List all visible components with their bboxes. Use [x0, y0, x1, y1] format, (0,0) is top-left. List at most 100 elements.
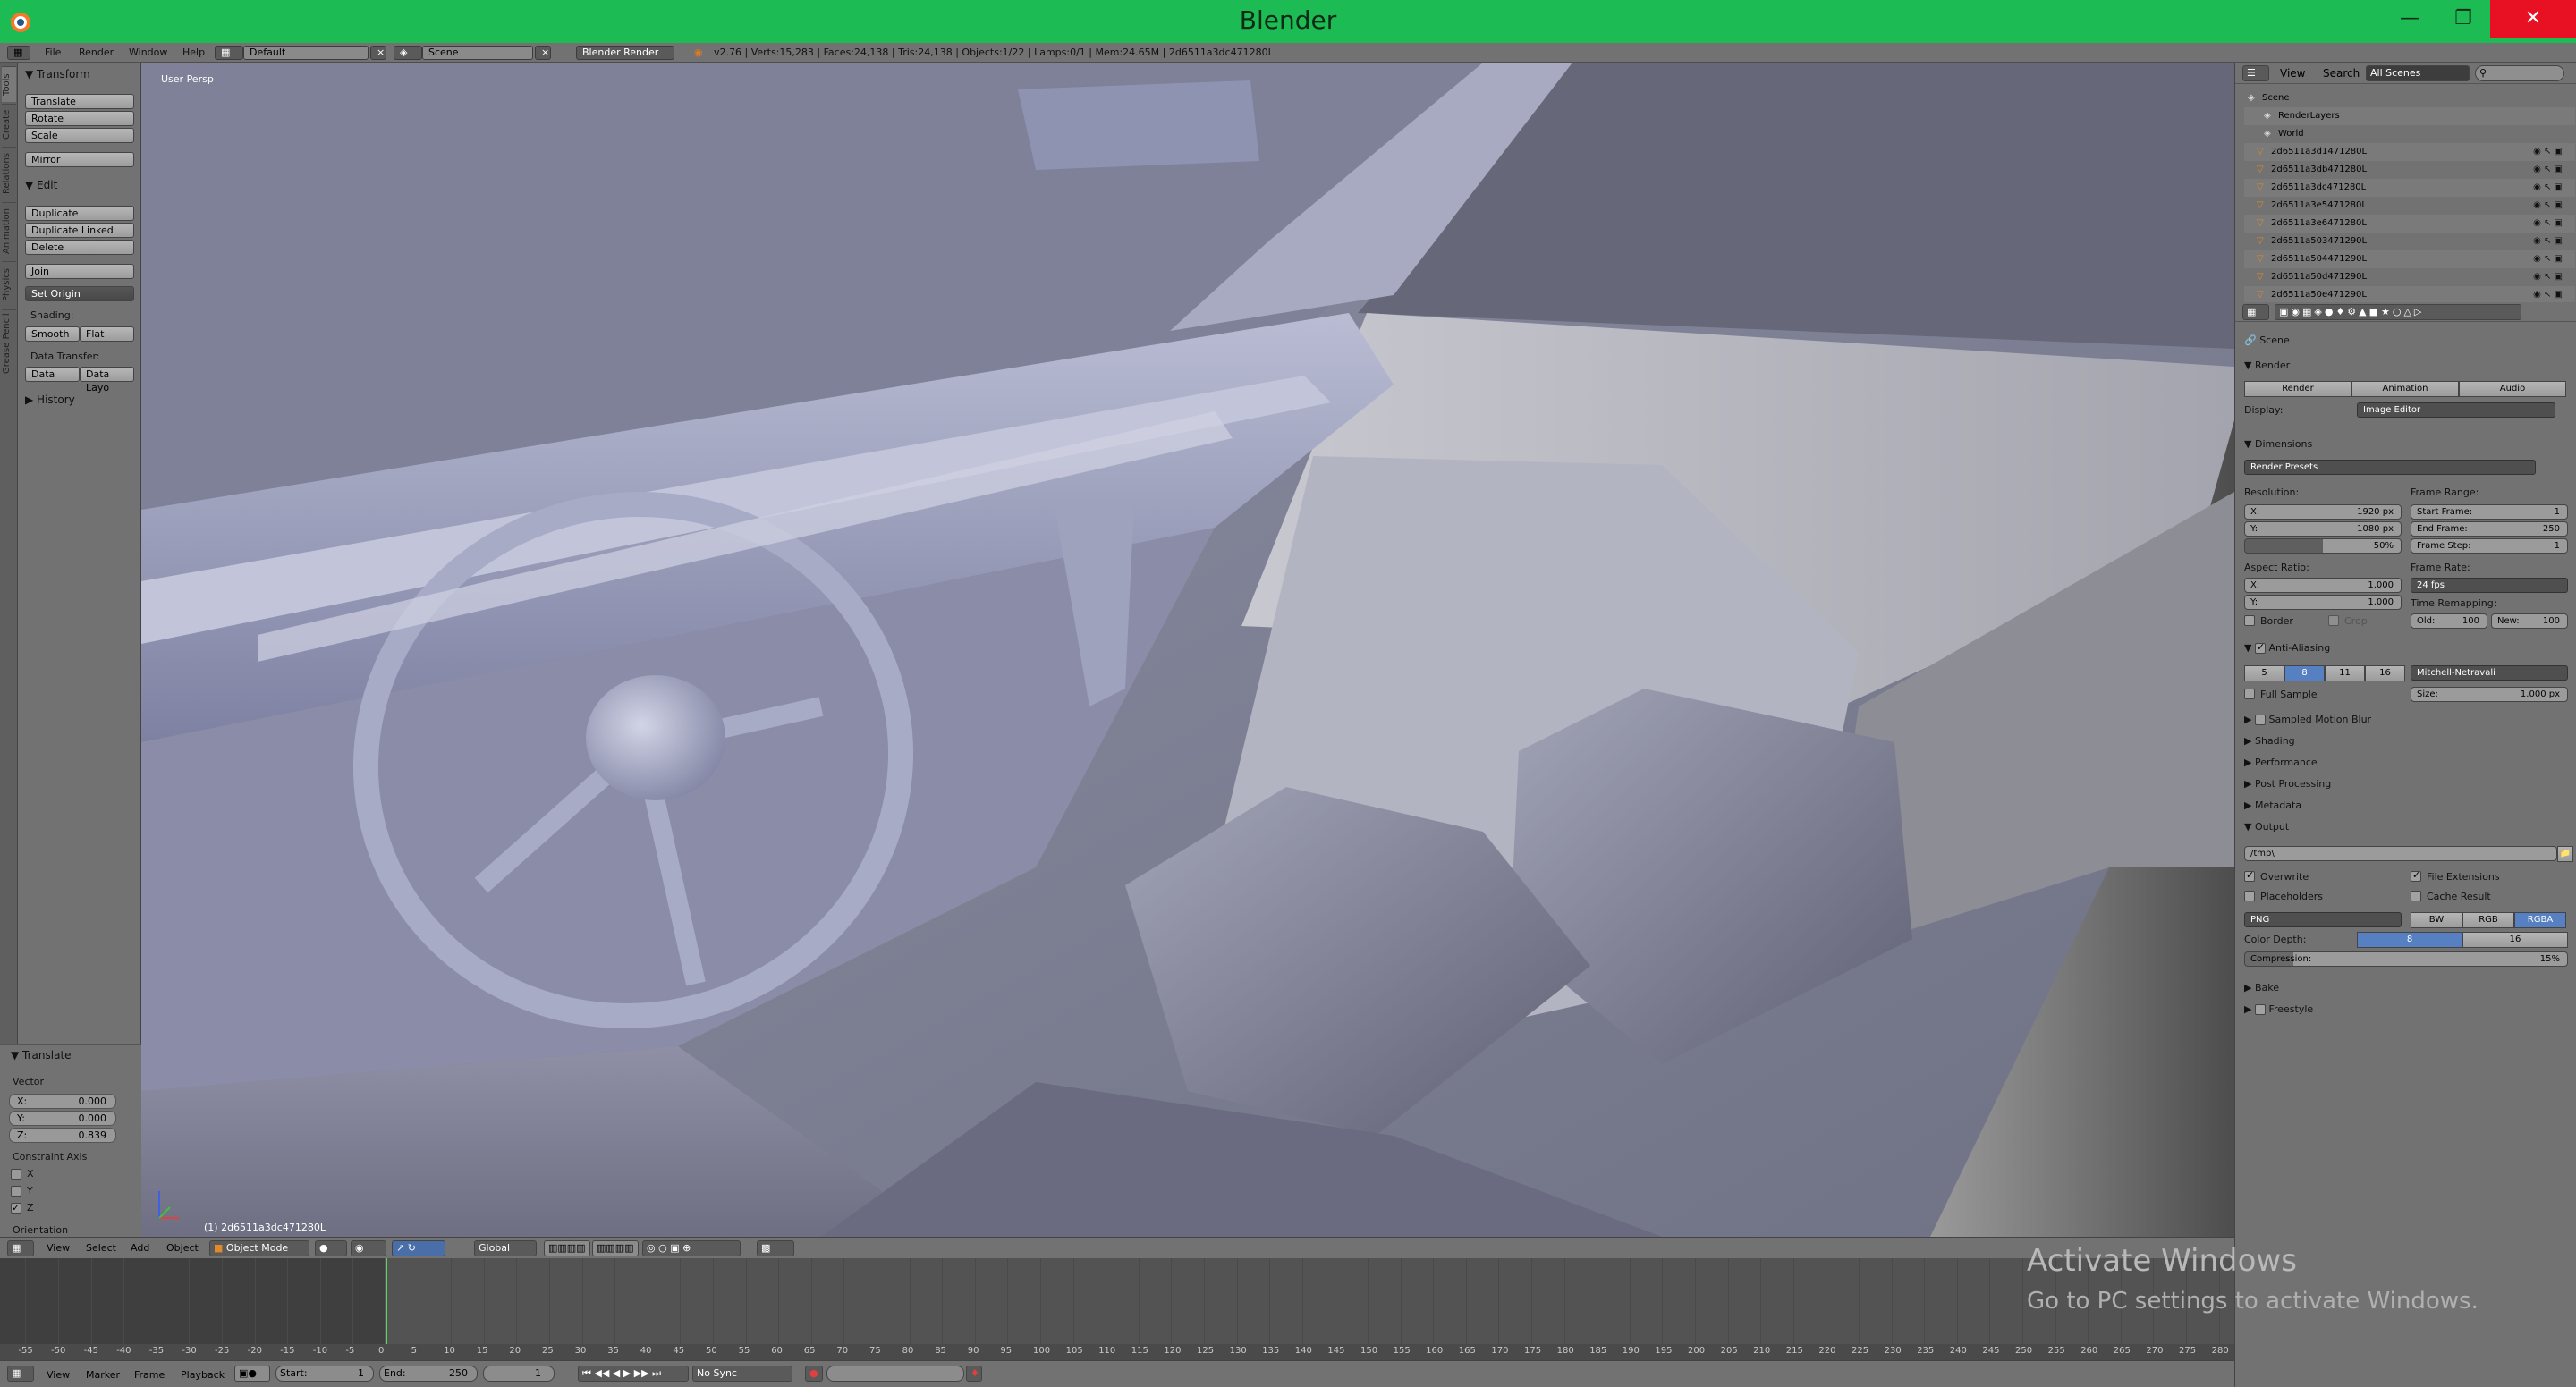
aa-samples-16[interactable]: 16 [2365, 665, 2405, 681]
outliner-row[interactable]: ▽ 2d6511a3db471280L ◉ ↖ ▣ [2244, 161, 2575, 179]
shading-panel-header[interactable]: ▶ Shading [2244, 735, 2295, 747]
translate-button[interactable]: Translate [25, 94, 134, 109]
constraint-x-checkbox[interactable] [11, 1169, 21, 1180]
freestyle-checkbox[interactable] [2254, 1004, 2266, 1015]
scale-button[interactable]: Scale [25, 128, 134, 143]
scene-close-icon[interactable]: × [535, 46, 551, 60]
properties-editor-type-icon[interactable]: ▦ [2242, 304, 2269, 320]
transform-orientation-dropdown[interactable]: Global [474, 1240, 537, 1256]
display-dropdown[interactable]: Image Editor [2357, 402, 2555, 418]
tab-physics[interactable]: Physics [2, 261, 16, 308]
visibility-icons[interactable]: ◉ ↖ ▣ [2533, 197, 2563, 215]
timeline-frame-menu[interactable]: Frame [134, 1369, 165, 1381]
post-processing-panel-header[interactable]: ▶ Post Processing [2244, 778, 2331, 790]
render-presets-dropdown[interactable]: Render Presets [2244, 460, 2536, 475]
aa-samples-5[interactable]: 5 [2244, 665, 2284, 681]
color-rgba-button[interactable]: RGBA [2514, 912, 2566, 928]
visibility-icons[interactable]: ◉ ↖ ▣ [2533, 233, 2563, 250]
render-still-button[interactable]: Render [2244, 381, 2351, 397]
start-frame-prop-field[interactable]: Start Frame: 1 [2411, 504, 2568, 520]
tab-tools[interactable]: Tools [2, 66, 16, 102]
layout-icon[interactable]: ▦ [215, 46, 243, 60]
vector-y-field[interactable]: Y: 0.000 [9, 1111, 116, 1126]
visibility-icons[interactable]: ◉ ↖ ▣ [2533, 179, 2563, 197]
view3d-editor-type-icon[interactable]: ▦ [7, 1240, 34, 1256]
filter-size-field[interactable]: Size: 1.000 px [2411, 687, 2568, 702]
color-depth-8-button[interactable]: 8 [2357, 932, 2462, 948]
outliner-editor-type-icon[interactable]: ☰ [2242, 65, 2269, 81]
motion-blur-checkbox[interactable] [2254, 715, 2266, 725]
history-panel-header[interactable]: ▶ History [25, 393, 75, 406]
smooth-button[interactable]: Smooth [25, 326, 80, 342]
outliner-row[interactable]: ▽ 2d6511a3e5471280L ◉ ↖ ▣ [2244, 197, 2575, 215]
aa-samples-8[interactable]: 8 [2284, 665, 2325, 681]
frame-step-field[interactable]: Frame Step: 1 [2411, 538, 2568, 554]
transform-panel-header[interactable]: ▼ Transform [25, 68, 90, 80]
timeline-editor-type-icon[interactable]: ▦ [7, 1366, 34, 1382]
editor-type-icon[interactable]: ▦ [7, 46, 30, 60]
sync-mode-dropdown[interactable]: No Sync [692, 1366, 792, 1382]
menu-help[interactable]: Help [182, 46, 205, 60]
aspect-y-field[interactable]: Y: 1.000 [2244, 595, 2402, 610]
manipulator-icon[interactable]: ↗ ↻ [392, 1240, 445, 1256]
freestyle-panel-header[interactable]: ▶ Freestyle [2244, 1003, 2313, 1015]
anti-aliasing-checkbox[interactable] [2254, 641, 2266, 654]
visibility-icons[interactable]: ◉ ↖ ▣ [2533, 268, 2563, 286]
aa-filter-dropdown[interactable]: Mitchell-Netravali [2411, 665, 2568, 681]
set-origin-dropdown[interactable]: Set Origin [25, 286, 134, 301]
outliner-row[interactable]: ▽ 2d6511a3e6471280L ◉ ↖ ▣ [2244, 215, 2575, 233]
preview-range-toggle-icon[interactable]: ▣● [234, 1366, 270, 1382]
time-new-field[interactable]: New: 100 [2491, 613, 2568, 629]
current-frame-field[interactable]: 1 [483, 1366, 555, 1382]
layers-grid-1[interactable]: ▥▥▥▥ [544, 1240, 590, 1256]
constraint-y-checkbox[interactable] [11, 1186, 21, 1197]
3d-viewport[interactable]: User Persp (1) 2d6511a3dc471280L [141, 63, 2234, 1237]
minimize-icon[interactable]: — [2383, 0, 2436, 38]
visibility-icons[interactable]: ◉ ↖ ▣ [2533, 215, 2563, 233]
outliner-row[interactable]: ▽ 2d6511a50d471290L ◉ ↖ ▣ [2244, 268, 2575, 286]
file-extensions-checkbox[interactable] [2411, 869, 2421, 882]
layout-close-icon[interactable]: × [370, 46, 386, 60]
aa-samples-11[interactable]: 11 [2325, 665, 2365, 681]
duplicate-button[interactable]: Duplicate [25, 206, 134, 221]
scene-icon[interactable]: ◈ [394, 46, 422, 60]
outliner-row[interactable]: ◈ RenderLayers [2244, 107, 2575, 125]
render-engine-dropdown[interactable]: Blender Render [576, 46, 674, 60]
timeline-playback-menu[interactable]: Playback [181, 1369, 225, 1381]
outliner-row-selected[interactable]: ▽ 2d6511a3dc471280L ◉ ↖ ▣ [2244, 179, 2575, 197]
screen-layout-field[interactable]: Default [243, 46, 369, 60]
visibility-icons[interactable]: ◉ ↖ ▣ [2533, 143, 2563, 161]
dimensions-panel-header[interactable]: ▼ Dimensions [2244, 438, 2312, 450]
time-old-field[interactable]: Old: 100 [2411, 613, 2487, 629]
data-button[interactable]: Data [25, 367, 80, 382]
tab-relations[interactable]: Relations [2, 147, 16, 200]
close-icon[interactable]: ✕ [2490, 0, 2576, 38]
edit-panel-header[interactable]: ▼ Edit [25, 179, 57, 191]
playback-controls[interactable]: ⏮ ◀◀ ◀ ▶ ▶▶ ⏭ [578, 1366, 689, 1382]
color-rgb-button[interactable]: RGB [2462, 912, 2514, 928]
anti-aliasing-panel-header[interactable]: ▼ Anti-Aliasing [2244, 641, 2330, 654]
full-sample-checkbox[interactable] [2244, 689, 2255, 699]
viewport-shading-icon[interactable]: ● [315, 1240, 347, 1256]
start-frame-field[interactable]: Start: 1 [275, 1366, 374, 1382]
end-frame-field[interactable]: End: 250 [379, 1366, 478, 1382]
render-audio-button[interactable]: Audio [2459, 381, 2566, 397]
flat-button[interactable]: Flat [80, 326, 134, 342]
object-menu[interactable]: Object [166, 1242, 199, 1254]
layers-grid-2[interactable]: ▥▥▥▥ [592, 1240, 639, 1256]
visibility-icons[interactable]: ◉ ↖ ▣ [2533, 161, 2563, 179]
bake-panel-header[interactable]: ▶ Bake [2244, 982, 2279, 994]
snap-controls[interactable]: ◎ ○ ▣ ⊕ [642, 1240, 741, 1256]
timeline-marker-menu[interactable]: Marker [86, 1369, 120, 1381]
vector-x-field[interactable]: X: 0.000 [9, 1094, 116, 1109]
select-menu[interactable]: Select [86, 1242, 116, 1254]
constraint-z-checkbox[interactable]: ✓ [11, 1203, 21, 1214]
end-frame-prop-field[interactable]: End Frame: 250 [2411, 521, 2568, 537]
render-panel-header[interactable]: ▼ Render [2244, 359, 2290, 371]
outliner-search-menu[interactable]: Search [2323, 67, 2360, 80]
timeline-view-menu[interactable]: View [47, 1369, 70, 1381]
render-animation-button[interactable]: Animation [2351, 381, 2459, 397]
color-bw-button[interactable]: BW [2411, 912, 2462, 928]
metadata-panel-header[interactable]: ▶ Metadata [2244, 799, 2301, 811]
mirror-button[interactable]: Mirror [25, 152, 134, 167]
